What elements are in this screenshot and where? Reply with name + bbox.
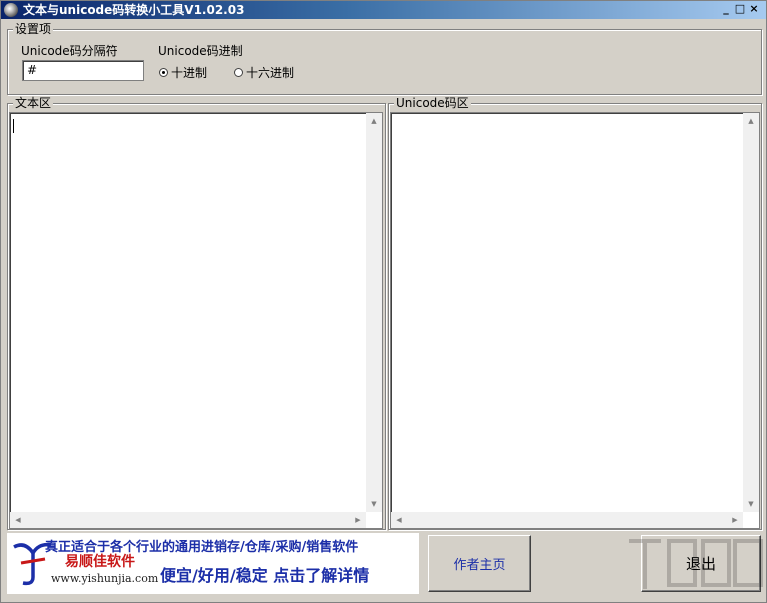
scroll-left-icon[interactable]: ◀ — [391, 512, 407, 528]
scroll-down-icon[interactable]: ▼ — [366, 496, 382, 512]
unicode-input-area[interactable]: ▲ ▼ ◀ ▶ — [390, 112, 760, 529]
ad-banner[interactable]: 真正适合于各个行业的通用进销存/仓库/采购/销售软件 易顺佳软件 www.yis… — [7, 533, 419, 594]
unicode-horizontal-scrollbar[interactable]: ◀ ▶ — [391, 512, 743, 528]
exit-button[interactable]: 退出 — [641, 535, 761, 592]
restore-icon[interactable]: □ — [733, 3, 747, 16]
app-window: 文本与unicode码转换小工具V1.02.03 _ □ × 设置项 Unico… — [0, 0, 767, 603]
radio-hex[interactable]: 十六进制 — [234, 64, 294, 81]
separator-input[interactable]: # — [22, 60, 144, 81]
text-area-legend: 文本区 — [13, 96, 54, 110]
ad-brand: 易顺佳软件 — [65, 554, 135, 570]
radio-decimal-label: 十进制 — [171, 66, 208, 80]
text-area-group: 文本区 ▲ ▼ ◀ ▶ — [7, 96, 386, 530]
scroll-up-icon[interactable]: ▲ — [366, 113, 382, 129]
settings-legend: 设置项 — [13, 22, 54, 36]
radio-decimal-dot[interactable] — [159, 68, 168, 77]
text-caret — [13, 119, 14, 133]
settings-group: 设置项 Unicode码分隔符 # Unicode码进制 十进制 十六进制 — [7, 22, 762, 95]
radio-hex-dot[interactable] — [234, 68, 243, 77]
unicode-area-legend: Unicode码区 — [394, 96, 471, 110]
ad-slogan: 便宜/好用/稳定 点击了解详情 — [160, 566, 370, 585]
scroll-right-icon[interactable]: ▶ — [727, 512, 743, 528]
text-horizontal-scrollbar[interactable]: ◀ ▶ — [10, 512, 366, 528]
author-home-button[interactable]: 作者主页 — [428, 535, 531, 592]
unicode-area-group: Unicode码区 ▲ ▼ ◀ ▶ — [388, 96, 762, 530]
window-title: 文本与unicode码转换小工具V1.02.03 — [23, 3, 245, 17]
radio-decimal[interactable]: 十进制 — [159, 64, 207, 81]
scroll-left-icon[interactable]: ◀ — [10, 512, 26, 528]
separator-label: Unicode码分隔符 — [21, 44, 118, 58]
scroll-up-icon[interactable]: ▲ — [743, 113, 759, 129]
text-input-area[interactable]: ▲ ▼ ◀ ▶ — [9, 112, 383, 529]
close-icon[interactable]: × — [747, 3, 761, 16]
app-icon — [4, 3, 18, 17]
radio-hex-label: 十六进制 — [246, 66, 295, 80]
text-vertical-scrollbar[interactable]: ▲ ▼ — [366, 113, 382, 512]
radix-label: Unicode码进制 — [158, 44, 243, 58]
scroll-right-icon[interactable]: ▶ — [350, 512, 366, 528]
minimize-icon[interactable]: _ — [719, 3, 733, 16]
title-bar[interactable]: 文本与unicode码转换小工具V1.02.03 _ □ × — [1, 1, 766, 19]
ad-url: www.yishunjia.com — [51, 572, 159, 585]
unicode-vertical-scrollbar[interactable]: ▲ ▼ — [743, 113, 759, 512]
scroll-down-icon[interactable]: ▼ — [743, 496, 759, 512]
